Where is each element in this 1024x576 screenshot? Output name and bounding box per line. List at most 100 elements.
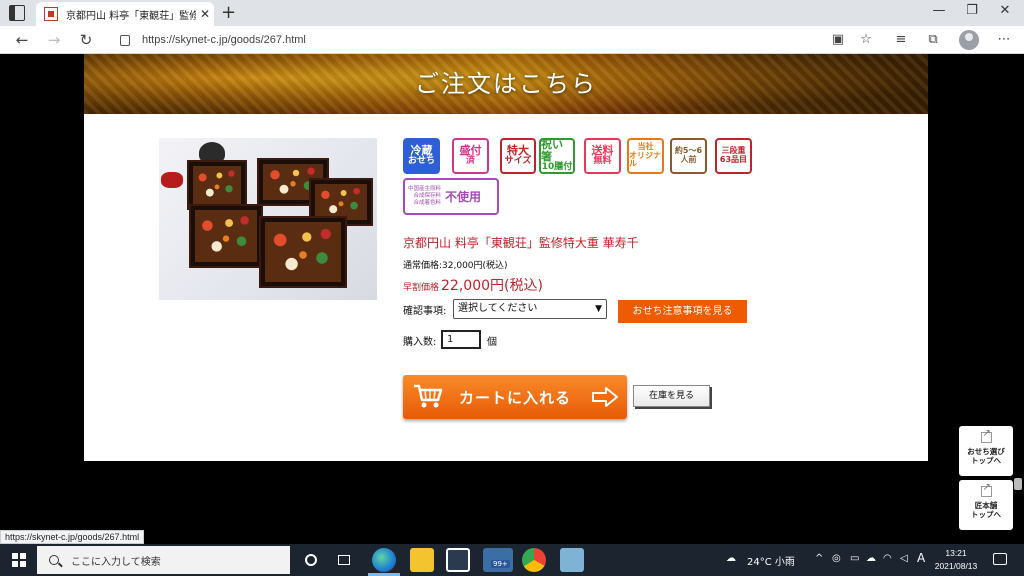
tab-actions-icon[interactable] (9, 5, 25, 21)
ime-indicator[interactable]: A (917, 551, 925, 565)
sake-cups-graphic (161, 172, 183, 188)
onedrive-icon[interactable]: ☁ (866, 553, 876, 564)
restore-button[interactable]: ❐ (957, 3, 987, 18)
external-link-icon (980, 482, 992, 497)
address-bar[interactable]: https://skynet-c.jp/goods/267.html (110, 29, 816, 51)
cart-icon (414, 384, 443, 408)
back-arrow-icon[interactable]: ← (12, 31, 32, 49)
lock-icon[interactable] (120, 34, 130, 46)
scrollbar-thumb[interactable] (1014, 478, 1022, 490)
floatnav-text: 匠本舗 (974, 501, 998, 510)
minimize-button[interactable]: — (924, 3, 954, 18)
badge-additive-line: 合成着色料 (413, 199, 442, 206)
osechi-box-4 (189, 204, 263, 268)
early-price-label: 早割価格 (403, 283, 440, 293)
clock-time: 13:21 (945, 548, 967, 558)
more-menu-icon[interactable]: ⋯ (996, 32, 1012, 48)
floatnav-takumi-top[interactable]: 匠本舗トップへ (959, 480, 1013, 530)
external-link-icon (980, 428, 992, 443)
clock-date: 2021/08/13 (934, 561, 978, 571)
osechi-notice-button[interactable]: おせち注意事項を見る (618, 300, 747, 323)
floatnav-text: トップへ (971, 456, 1001, 466)
feature-badge: 当社 オリジナル (627, 138, 664, 174)
chevron-down-icon[interactable]: ▼ (595, 300, 602, 318)
feature-badge-line2: 無料 (593, 156, 612, 167)
floatnav-osechi-top[interactable]: おせち選びトップへ (959, 426, 1013, 476)
early-price: 早割価格 22,000円(税込) (403, 275, 543, 295)
feature-badge-line2: 人前 (680, 155, 697, 164)
order-section: ご注文はこちら 冷蔵 おせち 盛付済特大 サイズ 祝い箸 10膳付 送料 無料 当社 オリジナル約… (84, 54, 928, 461)
favorites-list-icon[interactable]: ≡ (893, 32, 909, 48)
close-window-button[interactable]: ✕ (990, 3, 1020, 18)
early-price-value: 22,000円(税込) (441, 278, 543, 294)
feature-badge-line2: 63品目 (719, 155, 748, 164)
store-icon[interactable] (446, 548, 470, 572)
browser-nav-bar: ← → ↻ https://skynet-c.jp/goods/267.html… (0, 26, 1024, 54)
mail-badge-count: 99+ (491, 560, 510, 568)
network-icon[interactable]: ▭ (850, 553, 859, 564)
site-favicon-icon (44, 7, 58, 21)
refresh-icon[interactable]: ↻ (76, 31, 96, 49)
check-stock-button[interactable]: 在庫を見る (633, 385, 710, 407)
chrome-icon[interactable] (522, 548, 546, 572)
feature-badge: 盛付済 (452, 138, 489, 174)
feature-badge-line2: オリジナル (629, 150, 661, 169)
volume-icon[interactable]: ◁ (900, 553, 908, 564)
favorite-star-icon[interactable]: ☆ (858, 32, 874, 48)
confirm-select[interactable]: 選択してください ▼ (453, 299, 607, 319)
add-to-cart-label: カートに入れる (459, 389, 572, 407)
browser-tab-bar: 京都円山 料亭「東観荘」監修特大 ✕ + — ❐ ✕ (0, 0, 1024, 26)
new-tab-button[interactable]: + (221, 2, 236, 23)
profile-avatar[interactable] (959, 30, 979, 50)
feature-badge: 三段重 63品目 (715, 138, 752, 174)
meet-now-icon[interactable]: ◎ (832, 553, 841, 564)
quantity-label: 購入数: (403, 337, 437, 348)
tray-chevron-icon[interactable]: ^ (815, 553, 823, 564)
feature-badge-line2: 10膳付 (541, 162, 573, 173)
feature-badge-line2: サイズ (504, 156, 532, 167)
search-placeholder: ここに入力して検索 (71, 556, 161, 568)
collections-icon[interactable]: ⧉ (925, 32, 941, 48)
task-view-icon[interactable] (332, 548, 356, 572)
app-icon[interactable] (560, 548, 584, 572)
taskbar-search-input[interactable]: ここに入力して検索 (37, 546, 290, 574)
weather-text[interactable]: 24°C 小雨 (747, 553, 795, 568)
taskbar-clock[interactable]: 13:21 2021/08/13 (928, 547, 984, 573)
mail-icon[interactable]: 99+ (483, 548, 513, 572)
scrollbar-track[interactable] (1013, 54, 1024, 544)
reader-mode-icon[interactable]: ▣ (830, 32, 846, 48)
forward-arrow-icon[interactable]: → (44, 31, 64, 49)
badge-additive-line: 合成保存料 (413, 193, 442, 200)
order-banner: ご注文はこちら (84, 54, 928, 114)
url-text[interactable]: https://skynet-c.jp/goods/267.html (142, 34, 306, 46)
search-icon (49, 555, 59, 565)
floatnav-text: おせち選び (967, 447, 1005, 456)
feature-badge: 冷蔵 おせち (403, 138, 440, 174)
feature-badge: 特大 サイズ (500, 138, 536, 174)
feature-badge-line2: 済 (465, 156, 475, 167)
add-to-cart-button[interactable]: カートに入れる (403, 375, 627, 419)
weather-icon[interactable]: ☁ (726, 553, 736, 564)
feature-badge: 送料 無料 (584, 138, 621, 174)
page-viewport: ご注文はこちら 冷蔵 おせち 盛付済特大 サイズ 祝い箸 10膳付 送料 無料 当社 オリジナル約… (0, 54, 1024, 544)
browser-tab[interactable]: 京都円山 料亭「東観荘」監修特大 ✕ (36, 2, 214, 26)
quantity-input[interactable]: 1 (441, 330, 481, 349)
tab-title: 京都円山 料亭「東観荘」監修特大 (66, 10, 196, 22)
badge-no-additives: 中国産主原料 合成保存料 合成着色料 不使用 (403, 178, 499, 215)
product-name: 京都円山 料亭「東観荘」監修特大重 華寿千 (403, 236, 639, 250)
status-bar-url: https://skynet-c.jp/goods/267.html (0, 530, 145, 544)
windows-taskbar: ここに入力して検索 99+ ☁ 24°C 小雨 ^ ◎ ▭ ☁ ◠ ◁ A 13… (0, 544, 1024, 576)
feature-badge: 祝い箸 10膳付 (539, 138, 575, 174)
wifi-icon[interactable]: ◠ (883, 553, 892, 564)
windows-start-icon[interactable] (12, 553, 26, 567)
confirm-select-value[interactable]: 選択してください (458, 303, 537, 314)
floatnav-text: トップへ (971, 510, 1001, 520)
regular-price: 通常価格:32,000円(税込) (403, 261, 508, 271)
edge-browser-icon[interactable] (372, 548, 396, 572)
cortana-icon[interactable] (300, 548, 322, 572)
file-explorer-icon[interactable] (410, 548, 434, 572)
confirm-label: 確認事項: (403, 306, 447, 317)
feature-badge-line2: おせち (407, 156, 435, 167)
notification-icon[interactable] (993, 553, 1007, 565)
tab-close-icon[interactable]: ✕ (200, 7, 210, 21)
